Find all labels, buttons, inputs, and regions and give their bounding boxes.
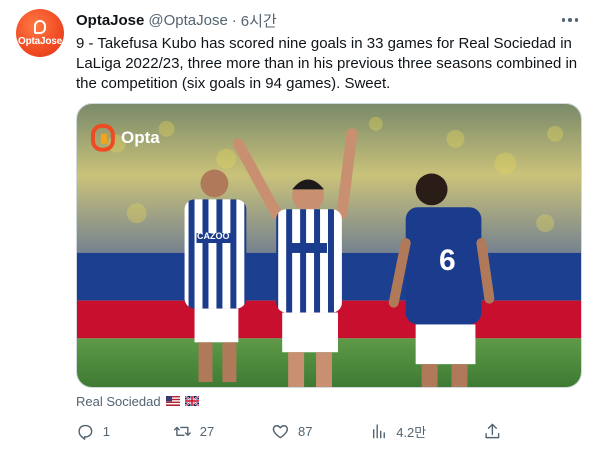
caption-text: Real Sociedad	[76, 393, 161, 409]
views-count: 4.2만	[396, 424, 427, 440]
share-icon	[485, 423, 500, 438]
action-bar: 1 27 87 4.2만	[76, 420, 502, 442]
uk-flag-icon	[184, 396, 199, 406]
share-button[interactable]	[483, 422, 502, 441]
heart-icon	[272, 424, 289, 438]
reply-button[interactable]: 1	[76, 422, 116, 441]
opta-watermark-text: Opta	[121, 128, 160, 147]
avatar[interactable]: OptaJose	[16, 9, 64, 57]
tweet-text: 9 - Takefusa Kubo has scored nine goals …	[76, 35, 578, 92]
more-options-button[interactable]	[558, 14, 583, 26]
photo-caption: Real Sociedad	[76, 393, 199, 409]
more-dot-icon	[561, 18, 565, 22]
jersey-number: 6	[439, 244, 456, 277]
user-handle[interactable]: @OptaJose	[148, 12, 227, 29]
timestamp[interactable]: 6시간	[241, 10, 277, 31]
display-name[interactable]: OptaJose	[76, 12, 144, 29]
like-button[interactable]: 87	[271, 422, 312, 441]
us-flag-icon	[165, 396, 180, 406]
views-icon	[373, 424, 386, 438]
retweet-count: 27	[199, 423, 215, 439]
more-dot-icon	[568, 18, 572, 22]
more-dot-icon	[574, 18, 578, 22]
avatar-brand-text: OptaJose	[18, 35, 62, 47]
like-count: 87	[297, 423, 313, 439]
jersey-sponsor-text: CAZOO	[197, 231, 230, 241]
retweet-button[interactable]: 27	[173, 422, 214, 441]
retweet-icon	[173, 426, 191, 436]
views-button[interactable]: 4.2만	[369, 422, 426, 441]
reply-icon	[78, 424, 93, 440]
tweet-photo[interactable]: Opta CAZOO 6	[76, 103, 582, 388]
opta-logo-icon	[34, 19, 46, 34]
tweet-header: OptaJose @OptaJose · 6시간	[76, 10, 582, 30]
separator-dot: ·	[231, 11, 237, 29]
reply-count: 1	[102, 423, 110, 439]
